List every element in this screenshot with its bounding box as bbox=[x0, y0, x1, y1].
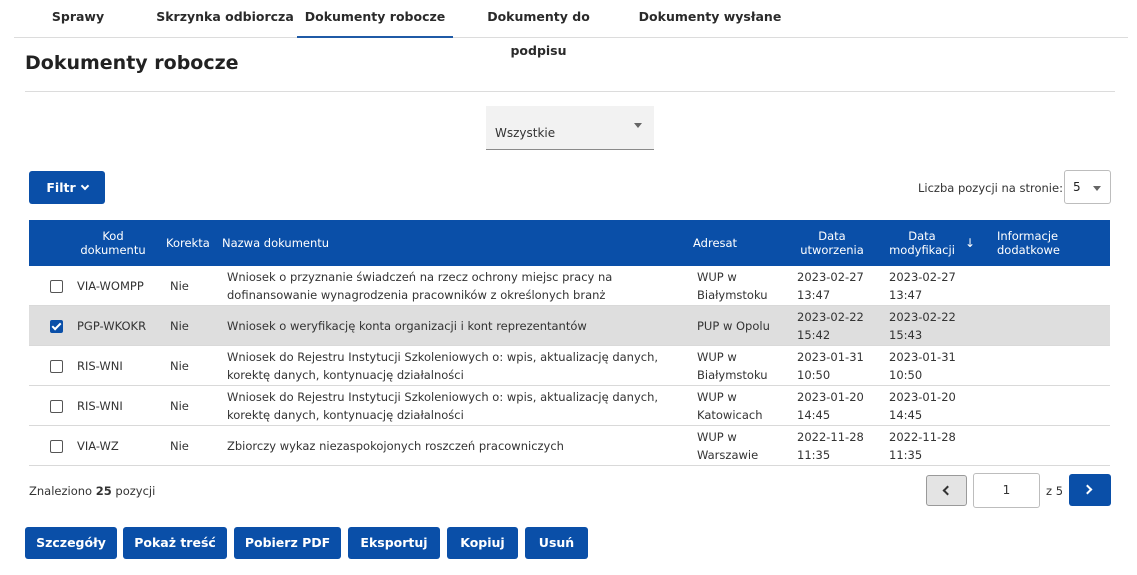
cell-addressee: WUP w Katowicach bbox=[697, 390, 763, 422]
status-select-value: Wszystkie bbox=[495, 126, 556, 140]
cell-code: PGP-WKOKR bbox=[77, 319, 147, 333]
header-created[interactable]: Data utworzenia bbox=[791, 220, 873, 266]
per-page-value: 5 bbox=[1073, 180, 1081, 194]
cell-info bbox=[997, 266, 1097, 306]
cell-code: VIA-WOMPP bbox=[77, 279, 144, 293]
header-modified[interactable]: Data modyfikacji ↓ bbox=[887, 220, 987, 266]
cell-modified: 2022-11-28 11:35 bbox=[889, 430, 956, 462]
title-divider bbox=[25, 91, 1115, 92]
cell-modified: 2023-02-27 13:47 bbox=[889, 270, 956, 302]
filter-button-label: Filtr bbox=[46, 180, 76, 195]
table-row[interactable]: RIS-WNI Nie Wniosek do Rejestru Instytucji… bbox=[29, 386, 1110, 426]
cell-created: 2023-02-27 13:47 bbox=[797, 270, 864, 302]
table-body: VIA-WOMPP Nie Wniosek o przyznanie świadcz… bbox=[29, 266, 1110, 466]
cell-code: RIS-WNI bbox=[77, 399, 123, 413]
per-page-select[interactable]: 5 bbox=[1064, 170, 1111, 204]
cell-addressee: WUP w Białymstoku bbox=[697, 270, 768, 302]
cell-correction: Nie bbox=[170, 439, 189, 453]
documents-table: Kod dokumentu Korekta Nazwa dokumentu Ad… bbox=[29, 220, 1110, 466]
row-checkbox[interactable] bbox=[50, 360, 63, 373]
cell-name: Wniosek o weryfikację konta organizacji … bbox=[227, 319, 587, 333]
tab-sent-documents[interactable]: Dokumenty wysłane bbox=[632, 0, 788, 38]
cell-modified: 2023-01-20 14:45 bbox=[889, 390, 956, 422]
cell-addressee: PUP w Opolu bbox=[697, 319, 770, 333]
results-suffix: pozycji bbox=[115, 484, 156, 498]
cell-name: Wniosek o przyznanie świadczeń na rzecz … bbox=[227, 270, 613, 302]
delete-button[interactable]: Usuń bbox=[525, 527, 588, 559]
copy-button[interactable]: Kopiuj bbox=[447, 527, 518, 559]
cell-code: RIS-WNI bbox=[77, 359, 123, 373]
cell-correction: Nie bbox=[170, 399, 189, 413]
tab-sprawy[interactable]: Sprawy bbox=[42, 0, 114, 38]
table-header: Kod dokumentu Korekta Nazwa dokumentu Ad… bbox=[29, 220, 1110, 266]
cell-addressee: WUP w Białymstoku bbox=[697, 350, 768, 382]
header-correction[interactable]: Korekta bbox=[166, 220, 216, 266]
header-name[interactable]: Nazwa dokumentu bbox=[222, 220, 422, 266]
cell-created: 2023-02-22 15:42 bbox=[797, 310, 864, 342]
per-page-label: Liczba pozycji na stronie: bbox=[918, 181, 1063, 195]
tab-documents-to-sign[interactable]: Dokumenty do podpisu bbox=[460, 0, 617, 58]
status-select[interactable]: Wszystkie bbox=[486, 106, 654, 150]
cell-info bbox=[997, 386, 1097, 426]
chevron-down-icon bbox=[80, 181, 89, 191]
cell-correction: Nie bbox=[170, 319, 189, 333]
cell-info bbox=[997, 306, 1097, 346]
table-row[interactable]: VIA-WZ Nie Zbiorczy wykaz niezaspokojonych… bbox=[29, 426, 1110, 466]
filter-button[interactable]: Filtr bbox=[29, 171, 105, 204]
cell-correction: Nie bbox=[170, 279, 189, 293]
cell-name: Zbiorczy wykaz niezaspokojonych roszczeń… bbox=[227, 439, 564, 453]
results-count: Znaleziono 25 pozycji bbox=[29, 484, 155, 498]
cell-modified: 2023-02-22 15:43 bbox=[889, 310, 956, 342]
chevron-left-icon bbox=[942, 485, 953, 496]
header-addressee[interactable]: Adresat bbox=[693, 220, 783, 266]
table-row[interactable]: RIS-WNI Nie Wniosek do Rejestru Instytucji… bbox=[29, 346, 1110, 386]
row-checkbox[interactable] bbox=[50, 440, 63, 453]
show-content-button[interactable]: Pokaż treść bbox=[123, 527, 227, 559]
table-row[interactable]: VIA-WOMPP Nie Wniosek o przyznanie świadcz… bbox=[29, 266, 1110, 306]
cell-created: 2023-01-31 10:50 bbox=[797, 350, 864, 382]
page-total: z 5 bbox=[1046, 484, 1064, 498]
results-number: 25 bbox=[95, 484, 112, 498]
cell-created: 2022-11-28 11:35 bbox=[797, 430, 864, 462]
next-page-button[interactable] bbox=[1069, 474, 1111, 506]
caret-down-icon bbox=[634, 123, 642, 128]
header-info[interactable]: Informacje dodatkowe bbox=[997, 220, 1077, 266]
cell-name: Wniosek do Rejestru Instytucji Szkolenio… bbox=[227, 390, 659, 422]
tab-inbox[interactable]: Skrzynka odbiorcza bbox=[154, 0, 296, 38]
caret-down-icon bbox=[1093, 186, 1101, 191]
cell-correction: Nie bbox=[170, 359, 189, 373]
tab-draft-documents[interactable]: Dokumenty robocze bbox=[297, 0, 453, 38]
table-row[interactable]: PGP-WKOKR Nie Wniosek o weryfikację konta … bbox=[29, 306, 1110, 346]
page-title: Dokumenty robocze bbox=[25, 52, 239, 74]
cell-code: VIA-WZ bbox=[77, 439, 119, 453]
arrow-down-icon: ↓ bbox=[965, 236, 976, 250]
cell-name: Wniosek do Rejestru Instytucji Szkolenio… bbox=[227, 350, 659, 382]
page-number-input[interactable]: 1 bbox=[973, 473, 1040, 508]
cell-created: 2023-01-20 14:45 bbox=[797, 390, 864, 422]
cell-addressee: WUP w Warszawie bbox=[697, 430, 759, 462]
row-checkbox[interactable] bbox=[50, 320, 63, 333]
header-code[interactable]: Kod dokumentu bbox=[77, 220, 149, 266]
cell-modified: 2023-01-31 10:50 bbox=[889, 350, 956, 382]
cell-info bbox=[997, 346, 1097, 386]
previous-page-button[interactable] bbox=[926, 475, 967, 506]
results-prefix: Znaleziono bbox=[29, 484, 93, 498]
header-modified-label: Data modyfikacji bbox=[889, 229, 955, 257]
details-button[interactable]: Szczegóły bbox=[25, 527, 117, 559]
tab-bar: Sprawy Skrzynka odbiorcza Dokumenty robo… bbox=[14, 0, 1128, 58]
chevron-right-icon bbox=[1082, 484, 1093, 495]
row-checkbox[interactable] bbox=[50, 280, 63, 293]
export-button[interactable]: Eksportuj bbox=[348, 527, 440, 559]
row-checkbox[interactable] bbox=[50, 400, 63, 413]
download-pdf-button[interactable]: Pobierz PDF bbox=[234, 527, 341, 559]
cell-info bbox=[997, 426, 1097, 466]
